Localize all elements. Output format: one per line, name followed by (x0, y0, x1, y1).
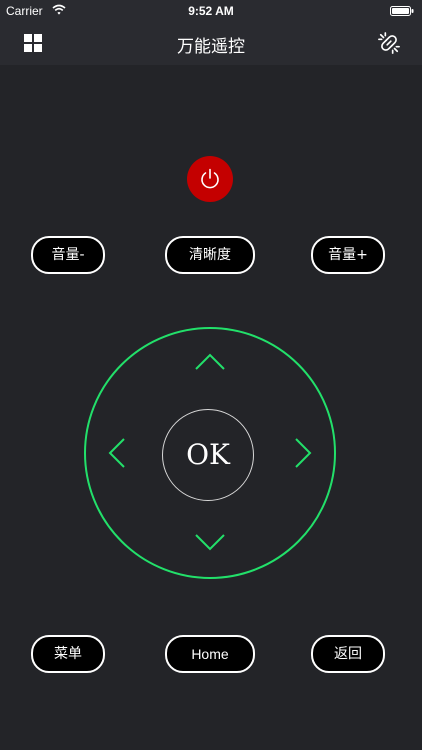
clarity-button[interactable]: 清晰度 (165, 236, 255, 274)
link-icon[interactable] (378, 32, 400, 54)
page-title: 万能遥控 (177, 37, 245, 57)
back-button[interactable]: 返回 (311, 635, 385, 673)
chevron-up-icon (195, 353, 225, 370)
power-icon (201, 168, 219, 189)
direction-pad: OK (84, 327, 336, 579)
ok-button[interactable]: OK (162, 409, 254, 501)
ok-label: OK (186, 438, 230, 471)
home-button[interactable]: Home (165, 635, 255, 673)
chevron-down-icon (195, 534, 225, 551)
volume-up-button[interactable]: 音量+ (311, 236, 385, 274)
right-button[interactable] (282, 433, 322, 473)
left-button[interactable] (98, 433, 138, 473)
power-button[interactable] (187, 156, 233, 202)
status-time: 9:52 AM (188, 4, 234, 18)
up-button[interactable] (190, 343, 230, 383)
navigation-bar: 万能遥控 (0, 22, 422, 65)
down-button[interactable] (190, 521, 230, 561)
status-bar: Carrier 9:52 AM (0, 0, 422, 22)
menu-button[interactable]: 菜单 (31, 635, 105, 673)
remote-control-screen: Carrier 9:52 AM 万能遥控 音量- 清晰度 音量+ OK 菜单 H… (0, 0, 422, 750)
volume-down-button[interactable]: 音量- (31, 236, 105, 274)
battery-icon (390, 6, 414, 16)
chevron-right-icon (295, 438, 312, 468)
chevron-left-icon (108, 438, 125, 468)
